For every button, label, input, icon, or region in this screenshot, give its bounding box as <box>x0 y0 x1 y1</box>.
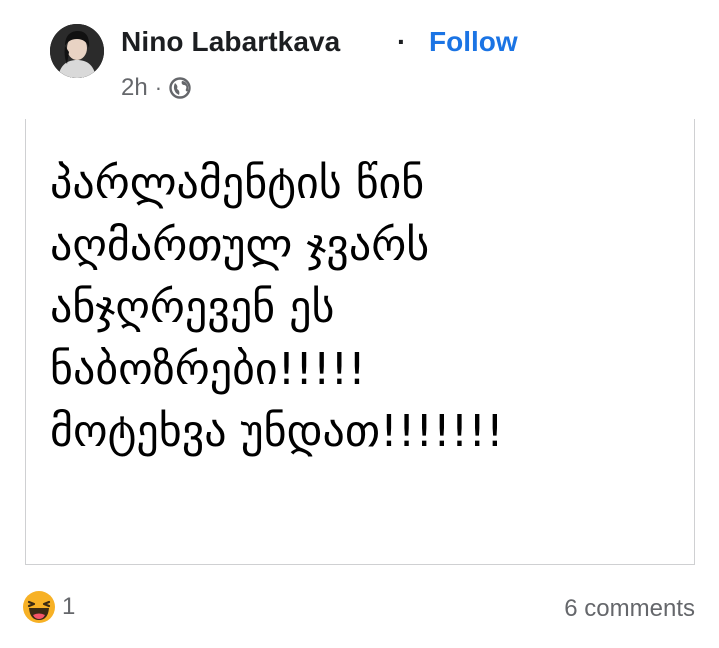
avatar-image <box>50 24 104 78</box>
meta-separator: · <box>154 75 163 100</box>
reaction-count: 1 <box>62 593 76 620</box>
post-meta: 2h · <box>121 74 191 102</box>
facebook-post: Nino Labartkava · Follow 2h · პარლამენტი… <box>0 0 719 648</box>
avatar[interactable] <box>50 24 104 78</box>
header-separator: · <box>397 26 407 57</box>
follow-button[interactable]: Follow <box>429 26 518 58</box>
post-text: პარლამენტის წინ აღმართულ ჯვარს ანჯღრევენ… <box>50 158 504 457</box>
reaction-summary[interactable]: 1 <box>22 590 75 624</box>
post-text-box: პარლამენტის წინ აღმართულ ჯვარს ანჯღრევენ… <box>25 119 695 565</box>
comments-count-link[interactable]: 6 comments <box>564 595 695 623</box>
post-timestamp[interactable]: 2h <box>121 74 148 102</box>
author-name[interactable]: Nino Labartkava <box>121 26 340 58</box>
post-footer: 1 6 comments <box>0 590 719 630</box>
globe-icon <box>169 77 191 99</box>
haha-icon <box>22 590 56 624</box>
